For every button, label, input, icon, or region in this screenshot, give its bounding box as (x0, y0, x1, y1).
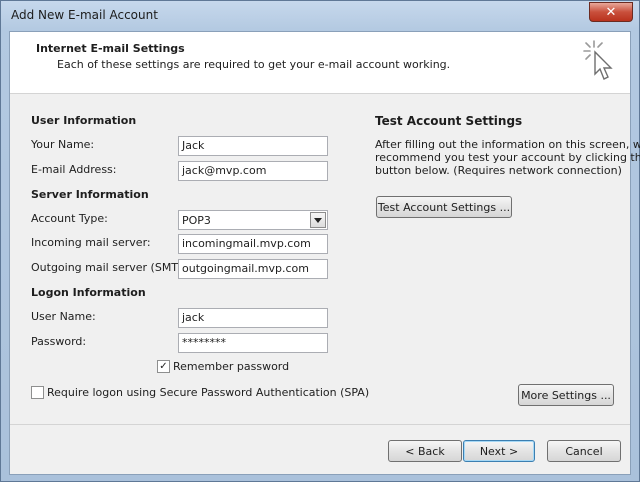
header-subtitle: Each of these settings are required to g… (57, 58, 451, 71)
outgoing-server-label: Outgoing mail server (SMTP): (31, 261, 193, 274)
username-label: User Name: (31, 310, 96, 323)
name-field[interactable]: Jack (178, 136, 328, 156)
email-label: E-mail Address: (31, 163, 117, 176)
remember-password-label: Remember password (173, 360, 290, 373)
test-description-line3: button below. (Requires network connecti… (375, 164, 622, 177)
footer-divider (10, 424, 630, 425)
account-type-label: Account Type: (31, 212, 108, 225)
window-title: Add New E-mail Account (11, 8, 158, 22)
dialog-header: Internet E-mail Settings Each of these s… (10, 32, 630, 94)
email-field[interactable]: jack@mvp.com (178, 161, 328, 181)
spa-checkbox[interactable] (31, 386, 44, 399)
header-title: Internet E-mail Settings (36, 42, 185, 55)
name-label: Your Name: (31, 138, 95, 151)
close-button[interactable]: ✕ (589, 2, 633, 22)
spa-label: Require logon using Secure Password Auth… (47, 386, 370, 399)
chevron-down-icon[interactable] (310, 212, 326, 228)
test-account-settings-button[interactable]: Test Account Settings ... (376, 196, 512, 218)
back-button[interactable]: < Back (388, 440, 462, 462)
incoming-server-field[interactable]: incomingmail.mvp.com (178, 234, 328, 254)
title-bar[interactable]: Add New E-mail Account ✕ (1, 1, 639, 31)
remember-password-checkbox[interactable]: ✓ (157, 360, 170, 373)
incoming-server-label: Incoming mail server: (31, 236, 151, 249)
logon-info-heading: Logon Information (31, 286, 146, 299)
username-field[interactable]: jack (178, 308, 328, 328)
password-label: Password: (31, 335, 87, 348)
account-type-value: POP3 (182, 214, 211, 227)
test-settings-heading: Test Account Settings (375, 114, 523, 128)
cursor-click-icon (583, 40, 613, 80)
next-button[interactable]: Next > (463, 440, 535, 462)
password-field[interactable]: ******** (178, 333, 328, 353)
test-description-line1: After filling out the information on thi… (375, 138, 640, 151)
cancel-button[interactable]: Cancel (547, 440, 621, 462)
test-description-line2: recommend you test your account by click… (375, 151, 640, 164)
dialog-window: Add New E-mail Account ✕ Internet E-mail… (0, 0, 640, 482)
server-info-heading: Server Information (31, 188, 149, 201)
account-type-select[interactable]: POP3 (178, 210, 328, 230)
outgoing-server-field[interactable]: outgoingmail.mvp.com (178, 259, 328, 279)
dialog-body: Internet E-mail Settings Each of these s… (9, 31, 640, 475)
more-settings-button[interactable]: More Settings ... (518, 384, 614, 406)
user-info-heading: User Information (31, 114, 137, 127)
